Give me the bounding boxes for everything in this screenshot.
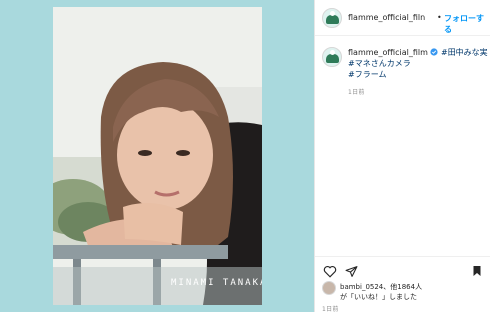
hashtag-3[interactable]: #フラーム <box>348 69 488 80</box>
caption-text: flamme_official_film #田中みな実 #マネさんカメラ #フラ… <box>348 47 488 96</box>
image-caption-text: MINAMI TANAKA <box>171 278 262 288</box>
hashtag-1[interactable]: #田中みな実 <box>441 48 488 57</box>
avatar[interactable] <box>322 8 342 28</box>
liker-avatar[interactable] <box>322 281 336 295</box>
photo-frame: MINAMI TANAKA <box>53 7 262 305</box>
instagram-post: MINAMI TANAKA flamme_official_filn • フォロ… <box>0 0 490 313</box>
likes-text: bambi_0524、他1864人 が「いいね！」しました <box>340 282 490 302</box>
action-bar <box>315 256 490 283</box>
likes-line-2: が「いいね！」しました <box>340 293 417 301</box>
verified-icon <box>430 48 439 56</box>
post-photo: MINAMI TANAKA <box>53 7 262 305</box>
avatar-logo-icon <box>326 11 339 24</box>
header-username[interactable]: flamme_official_filn <box>348 13 425 22</box>
caption-timestamp: 1日前 <box>348 89 365 96</box>
heart-icon[interactable] <box>323 265 337 278</box>
post-media: MINAMI TANAKA <box>0 0 314 312</box>
hashtag-2[interactable]: #マネさんカメラ <box>348 58 488 69</box>
header-separator: • <box>437 13 442 22</box>
caption-avatar[interactable] <box>322 47 342 67</box>
caption-line-1: flamme_official_film #田中みな実 <box>348 47 488 58</box>
likes-line-1[interactable]: bambi_0524、他1864人 <box>340 282 490 292</box>
follow-button[interactable]: フォローする <box>444 13 490 35</box>
post-side-panel: flamme_official_filn • フォローする flamme_off… <box>314 0 490 313</box>
share-icon[interactable] <box>345 265 358 278</box>
caption-avatar-logo-icon <box>326 50 339 63</box>
portrait-illustration <box>53 7 262 305</box>
caption-username[interactable]: flamme_official_film <box>348 48 428 57</box>
post-header: flamme_official_filn • フォローする <box>315 0 490 36</box>
save-icon[interactable] <box>472 265 482 277</box>
